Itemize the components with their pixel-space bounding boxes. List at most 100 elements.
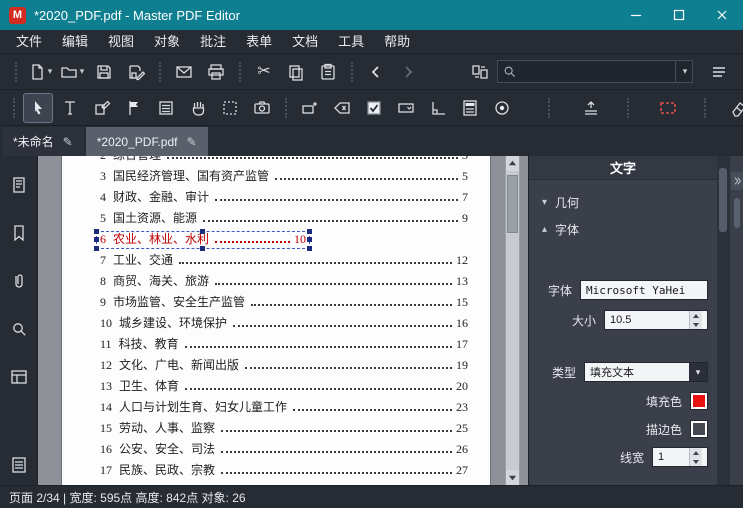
toc-row[interactable]: 18 [100,482,468,485]
cut-button[interactable]: ✂ [250,58,278,86]
redaction-tool-button[interactable] [654,94,682,122]
pdf-page[interactable]: 2 综合管理 3 [62,156,490,485]
toc-row[interactable]: 13 卫生、体育 20 [100,377,468,398]
arrange-tool-button[interactable] [577,94,605,122]
toolbar-drag-handle[interactable] [15,61,17,82]
scroll-down-button[interactable] [506,470,519,485]
snapshot-tool-button[interactable] [248,94,276,122]
menu-item-edit[interactable]: 编辑 [52,30,98,53]
toc-row[interactable]: 8 商贸、海关、旅游 13 [100,272,468,293]
scrollbar-track[interactable] [506,171,519,470]
toc-row[interactable]: 2 综合管理 3 [100,156,468,167]
scrollbar-thumb[interactable] [507,175,518,233]
menu-item-document[interactable]: 文档 [282,30,328,53]
checkbox-tool-button[interactable] [360,94,388,122]
section-font[interactable]: ▴ 字体 [529,221,717,238]
search-input[interactable] [521,64,675,79]
toc-row[interactable]: 6 农业、林业、水利 10 [94,229,312,251]
menu-item-help[interactable]: 帮助 [374,30,420,53]
swap-pages-button[interactable] [466,58,494,86]
spinner-buttons[interactable] [689,448,702,466]
spin-up-icon[interactable] [693,450,699,455]
panel-drag-handle[interactable] [733,198,740,228]
spin-up-icon[interactable] [693,313,699,318]
select-tool-button[interactable] [23,92,53,123]
sidebar-search-button[interactable] [8,318,30,340]
section-geometry[interactable]: ▾ 几何 [529,194,717,211]
selection-handle[interactable] [200,229,205,234]
toc-row[interactable]: 12 文化、广电、新闻出版 19 [100,356,468,377]
listbox-tool-button[interactable] [456,94,484,122]
selection-handle[interactable] [94,246,99,251]
menu-item-tools[interactable]: 工具 [328,30,374,53]
spinner-buttons[interactable] [689,311,702,329]
line-width-spinner[interactable]: 1 [652,447,708,467]
toolbar-drag-handle[interactable] [13,97,15,118]
toc-row[interactable]: 17 民族、民政、宗教 27 [100,461,468,482]
pencil-icon[interactable]: ✎ [63,135,73,149]
text-field-tool-button[interactable] [296,94,324,122]
search-box[interactable]: ▾ [497,60,693,83]
selection-handle[interactable] [307,229,312,234]
spin-down-icon[interactable] [693,459,699,464]
hand-tool-button[interactable] [184,94,212,122]
font-size-spinner[interactable]: 10.5 [604,310,708,330]
menu-item-file[interactable]: 文件 [6,30,52,53]
panel-scrollbar-thumb[interactable] [719,168,727,232]
vertical-scrollbar[interactable] [505,156,520,485]
form-fields-tool-button[interactable] [152,94,180,122]
fill-type-select[interactable]: 填充文本 ▾ [584,362,708,382]
stroke-color-swatch[interactable] [690,420,708,438]
push-button-tool-button[interactable] [328,94,356,122]
menu-item-forms[interactable]: 表单 [236,30,282,53]
combobox-tool-button[interactable] [392,94,420,122]
toc-row[interactable]: 11 科技、教育 17 [100,335,468,356]
close-button[interactable] [700,0,743,30]
flag-tool-button[interactable] [120,94,148,122]
menu-item-comment[interactable]: 批注 [190,30,236,53]
paste-button[interactable] [314,58,342,86]
edit-object-tool-button[interactable] [88,94,116,122]
search-dropdown-button[interactable]: ▾ [675,61,692,82]
spin-down-icon[interactable] [693,322,699,327]
panel-scrollbar[interactable] [717,156,729,485]
save-button[interactable] [90,58,118,86]
eraser-tool-button[interactable] [725,94,743,122]
scroll-up-button[interactable] [506,156,519,171]
menu-item-object[interactable]: 对象 [144,30,190,53]
open-file-button[interactable]: ▾ [58,58,86,86]
perpendicular-tool-button[interactable] [424,94,452,122]
maximize-button[interactable] [657,0,700,30]
pencil-icon[interactable]: ✎ [186,135,196,149]
fill-color-swatch[interactable] [690,392,708,410]
main-menu-button[interactable] [705,58,733,86]
toc-row[interactable]: 4 财政、金融、审计 7 [100,188,468,209]
toc-row[interactable]: 5 国土资源、能源 9 [100,209,468,230]
sidebar-signatures-button[interactable] [8,454,30,476]
toc-row[interactable]: 9 市场监管、安全生产监管 15 [100,293,468,314]
font-family-select[interactable]: Microsoft YaHei [580,280,708,300]
document-canvas[interactable]: 2 综合管理 3 [38,156,528,485]
print-button[interactable] [202,58,230,86]
tab-2020-pdf[interactable]: *2020_PDF.pdf ✎ [85,127,208,156]
toc-row[interactable]: 10 城乡建设、环境保护 16 [100,314,468,335]
selection-handle[interactable] [94,229,99,234]
save-as-button[interactable] [122,58,150,86]
radio-button-tool-button[interactable] [488,94,516,122]
toc-row[interactable]: 16 公安、安全、司法 26 [100,440,468,461]
back-button[interactable] [362,58,390,86]
toc-row[interactable]: 7 工业、交通 12 [100,251,468,272]
sidebar-properties-button[interactable] [8,366,30,388]
sidebar-attachments-button[interactable] [8,270,30,292]
combo-dropdown-button[interactable]: ▾ [689,363,707,381]
selection-handle[interactable] [307,237,312,242]
menu-item-view[interactable]: 视图 [98,30,144,53]
selection-box[interactable] [94,229,312,251]
minimize-button[interactable] [614,0,657,30]
toc-row[interactable]: 15 劳动、人事、监察 25 [100,419,468,440]
new-document-button[interactable]: ▾ [26,58,54,86]
email-button[interactable] [170,58,198,86]
sidebar-bookmarks-button[interactable] [8,222,30,244]
selection-handle[interactable] [94,237,99,242]
tab-untitled[interactable]: *未命名 ✎ [2,127,84,156]
